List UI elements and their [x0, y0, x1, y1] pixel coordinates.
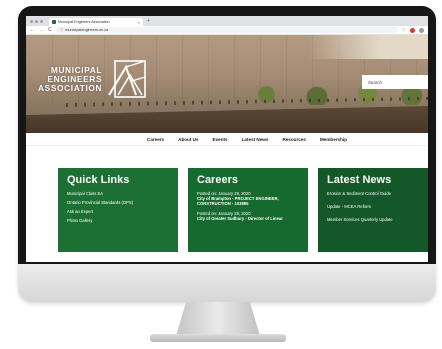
window-minimize-dot[interactable]	[35, 20, 38, 23]
screen: Municipal Engineers Association × + ← → …	[26, 16, 428, 262]
careers-title: Careers	[197, 174, 238, 186]
logo-mark-icon	[108, 60, 146, 98]
careers-panel: Careers Posted on: January 28, 2020 City…	[188, 168, 308, 252]
tab-close-icon[interactable]: ×	[138, 20, 140, 25]
window-close-dot[interactable]	[30, 20, 33, 23]
site-favicon-icon	[52, 20, 56, 24]
monitor-chin	[18, 264, 436, 302]
monitor: Municipal Engineers Association × + ← → …	[18, 6, 436, 302]
news-item[interactable]: Erosion & Sediment Control Guide	[327, 191, 419, 197]
quick-links-title: Quick Links	[67, 174, 130, 186]
search-input[interactable]: Search	[362, 75, 428, 89]
info-icon[interactable]: ⓘ	[60, 28, 64, 33]
quick-link-item[interactable]: Ontario Provincial Standards (OPS)	[67, 200, 169, 206]
browser-tab[interactable]: Municipal Engineers Association ×	[49, 18, 143, 26]
monitor-bezel: Municipal Engineers Association × + ← → …	[18, 6, 436, 264]
reload-icon[interactable]: C	[48, 27, 52, 33]
job-listing[interactable]: Posted on: January 28, 2020 City of Grea…	[197, 211, 299, 221]
nav-item-resources[interactable]: Resources	[282, 137, 306, 142]
window-controls	[30, 20, 43, 23]
monitor-stand-base	[150, 334, 286, 342]
logo-wordmark: MUNICIPAL ENGINEERS ASSOCIATION	[38, 65, 103, 93]
address-bar-row: ← → C ⓘ municipalengineers.on.ca ☆	[26, 26, 428, 35]
content-area: Quick Links Municipal Class EA Ontario P…	[26, 146, 428, 252]
url-field[interactable]: ⓘ municipalengineers.on.ca	[55, 27, 398, 33]
nav-item-membership[interactable]: Membership	[320, 137, 347, 142]
tab-title: Municipal Engineers Association	[58, 20, 110, 24]
back-arrow-icon[interactable]: ←	[30, 27, 35, 33]
nav-item-careers[interactable]: Careers	[147, 137, 164, 142]
monitor-stand-neck	[176, 302, 260, 336]
new-tab-icon[interactable]: +	[147, 18, 150, 24]
quick-links-panel: Quick Links Municipal Class EA Ontario P…	[58, 168, 178, 252]
extension-icon[interactable]	[410, 27, 415, 33]
job-listing[interactable]: Posted on: January 28, 2020 City of Bram…	[197, 191, 299, 206]
browser-tab-bar: Municipal Engineers Association × +	[26, 16, 428, 26]
quick-link-item[interactable]: Ask an Expert	[67, 209, 169, 215]
hero-boardwalk	[26, 106, 428, 133]
nav-item-events[interactable]: Events	[213, 137, 228, 142]
latest-news-panel: Latest News Erosion & Sediment Control G…	[318, 168, 428, 252]
hero-sky	[308, 35, 428, 59]
window-maximize-dot[interactable]	[40, 20, 43, 23]
job-title[interactable]: City of Brampton - PROJECT ENGINEER, CON…	[197, 196, 299, 206]
profile-icon[interactable]	[419, 27, 424, 33]
site-logo[interactable]: MUNICIPAL ENGINEERS ASSOCIATION	[38, 57, 150, 101]
main-nav: Careers About Us Events Latest News Reso…	[26, 133, 428, 146]
nav-item-latest-news[interactable]: Latest News	[242, 137, 269, 142]
latest-news-title: Latest News	[327, 174, 392, 186]
news-item[interactable]: Member Services Quarterly Update	[327, 217, 419, 223]
job-title[interactable]: City of Greater Sudbury - Director of Li…	[197, 216, 299, 221]
news-item[interactable]: Update - MCEA Reform	[327, 204, 419, 210]
nav-item-about-us[interactable]: About Us	[178, 137, 198, 142]
url-text: municipalengineers.on.ca	[65, 28, 109, 32]
forward-arrow-icon[interactable]: →	[39, 27, 44, 33]
quick-link-item[interactable]: Municipal Class EA	[67, 191, 169, 197]
quick-link-item[interactable]: Photo Gallery	[67, 218, 169, 224]
bookmark-star-icon[interactable]: ☆	[402, 27, 406, 33]
logo-line-3: ASSOCIATION	[38, 82, 103, 93]
hero-banner: MUNICIPAL ENGINEERS ASSOCIATION Search	[26, 35, 428, 133]
